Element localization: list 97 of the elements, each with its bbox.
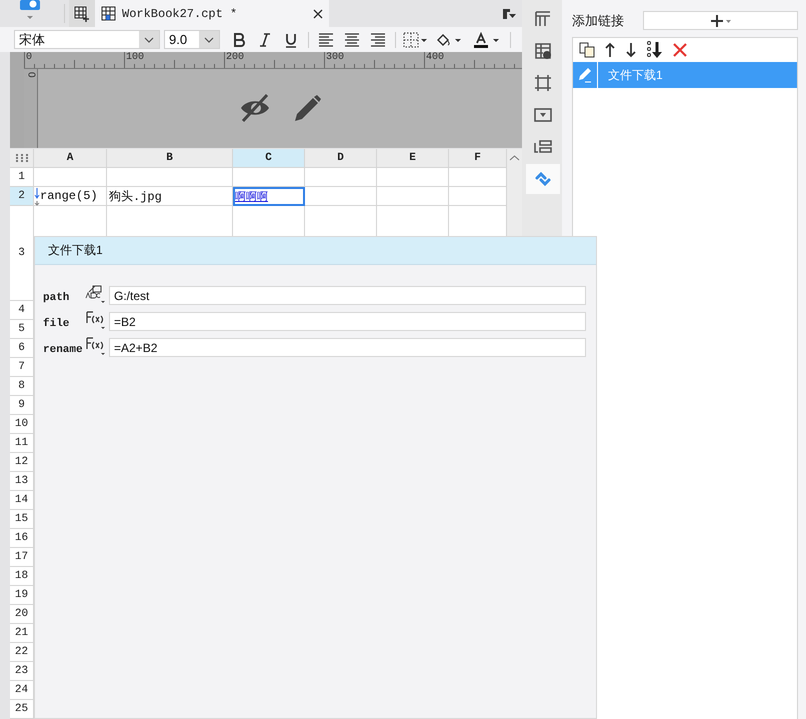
- row-header[interactable]: 22: [10, 643, 34, 662]
- table-cell[interactable]: [377, 168, 449, 187]
- text-type-icon[interactable]: [85, 284, 105, 304]
- table-cell[interactable]: [377, 187, 449, 206]
- widget-dropdown-icon[interactable]: [534, 106, 552, 124]
- table-cell[interactable]: [233, 168, 305, 187]
- parameter-value-field[interactable]: G:/test: [109, 286, 586, 305]
- table-cell[interactable]: 啊啊啊: [233, 187, 305, 206]
- row-header[interactable]: 6: [10, 339, 34, 358]
- column-header[interactable]: D: [305, 149, 377, 168]
- move-down-icon[interactable]: [625, 42, 637, 58]
- move-up-icon[interactable]: [604, 42, 616, 58]
- row-header[interactable]: 8: [10, 377, 34, 396]
- plus-icon: [710, 14, 732, 28]
- close-icon[interactable]: [313, 8, 323, 18]
- row-header[interactable]: 14: [10, 491, 34, 510]
- font-size-select[interactable]: 9.0: [164, 30, 220, 49]
- row-header[interactable]: 7: [10, 358, 34, 377]
- cell-text: 狗头.jpg: [109, 188, 162, 204]
- row-header[interactable]: 16: [10, 529, 34, 548]
- table-cell[interactable]: [449, 187, 507, 206]
- cell-link[interactable]: 啊啊啊: [235, 188, 268, 204]
- add-sheet-icon[interactable]: [74, 6, 90, 22]
- ruler-label: 200: [226, 52, 244, 63]
- select-all-icon[interactable]: [16, 154, 28, 162]
- cell-info-icon[interactable]: [534, 42, 552, 60]
- frame-icon[interactable]: [534, 74, 552, 92]
- align-center-icon[interactable]: [344, 32, 360, 48]
- hyperlink-icon[interactable]: [534, 170, 552, 188]
- table-cell[interactable]: range(5): [34, 187, 107, 206]
- parameter-value-field[interactable]: =A2+B2: [109, 338, 586, 357]
- add-link-label: 添加链接: [572, 12, 624, 30]
- italic-icon[interactable]: [257, 32, 273, 48]
- row-header[interactable]: 10: [10, 415, 34, 434]
- ruler-label: 100: [126, 52, 144, 63]
- table-cell[interactable]: [449, 168, 507, 187]
- ruler-label: 0: [26, 72, 36, 80]
- chevron-down-icon: [143, 34, 155, 44]
- workbook-icon: [101, 6, 116, 21]
- row-header[interactable]: 9: [10, 396, 34, 415]
- font-select[interactable]: 宋体: [14, 30, 160, 49]
- row-header[interactable]: 2: [10, 187, 34, 206]
- column-header[interactable]: B: [107, 149, 233, 168]
- row-header[interactable]: 3: [10, 206, 34, 301]
- app-logo-icon[interactable]: [18, 0, 42, 22]
- row-header[interactable]: 20: [10, 605, 34, 624]
- row-header[interactable]: 18: [10, 567, 34, 586]
- bold-icon[interactable]: [231, 32, 247, 48]
- chevron-down-icon: [203, 34, 215, 44]
- ruler-label: 400: [426, 52, 444, 63]
- expand-down-icon: [34, 187, 40, 206]
- row-header[interactable]: 23: [10, 662, 34, 681]
- row-header[interactable]: 1: [10, 168, 34, 187]
- delete-icon[interactable]: [673, 43, 687, 57]
- scroll-up-icon[interactable]: [508, 153, 521, 163]
- table-cell[interactable]: [305, 168, 377, 187]
- row-header[interactable]: 11: [10, 434, 34, 453]
- column-header[interactable]: C: [233, 149, 305, 168]
- row-header[interactable]: 17: [10, 548, 34, 567]
- column-header[interactable]: A: [34, 149, 107, 168]
- row-header[interactable]: 15: [10, 510, 34, 529]
- dropdown-menu-icon[interactable]: [502, 8, 516, 20]
- row-header[interactable]: 13: [10, 472, 34, 491]
- parameter-name: rename: [43, 343, 84, 356]
- formula-type-icon[interactable]: [85, 310, 105, 330]
- hidden-eye-icon: [239, 93, 271, 123]
- align-left-icon[interactable]: [318, 32, 334, 48]
- ruler-label: 0: [26, 52, 32, 63]
- column-header[interactable]: E: [377, 149, 449, 168]
- move-to-bottom-icon[interactable]: [646, 41, 664, 59]
- border-icon[interactable]: [403, 32, 429, 48]
- parameter-name: file: [43, 316, 70, 330]
- align-right-icon[interactable]: [370, 32, 386, 48]
- row-header[interactable]: 12: [10, 453, 34, 472]
- pencil-icon: [577, 67, 593, 83]
- file-tab[interactable]: WorkBook27.cpt *: [95, 0, 329, 27]
- copy-icon[interactable]: [579, 42, 595, 58]
- row-header[interactable]: 5: [10, 320, 34, 339]
- table-cell[interactable]: 狗头.jpg: [107, 187, 233, 206]
- table-cell[interactable]: [305, 187, 377, 206]
- cell-text: range(5): [39, 189, 98, 203]
- table-cell[interactable]: [34, 168, 107, 187]
- row-header[interactable]: 25: [10, 700, 34, 719]
- row-header[interactable]: 4: [10, 301, 34, 320]
- row-header[interactable]: 19: [10, 586, 34, 605]
- formula-type-icon[interactable]: [85, 336, 105, 356]
- parameter-value-field[interactable]: =B2: [109, 312, 586, 331]
- ruler-label: 300: [326, 52, 344, 63]
- dialog-title: 文件下载1: [35, 237, 596, 265]
- table-cell[interactable]: [107, 168, 233, 187]
- parameter-name: path: [43, 291, 70, 304]
- column-header[interactable]: F: [449, 149, 507, 168]
- row-header[interactable]: 21: [10, 624, 34, 643]
- cell-properties-icon[interactable]: [534, 10, 552, 28]
- underline-icon[interactable]: [283, 32, 299, 48]
- element-list-icon[interactable]: [534, 138, 552, 156]
- row-header[interactable]: 24: [10, 681, 34, 700]
